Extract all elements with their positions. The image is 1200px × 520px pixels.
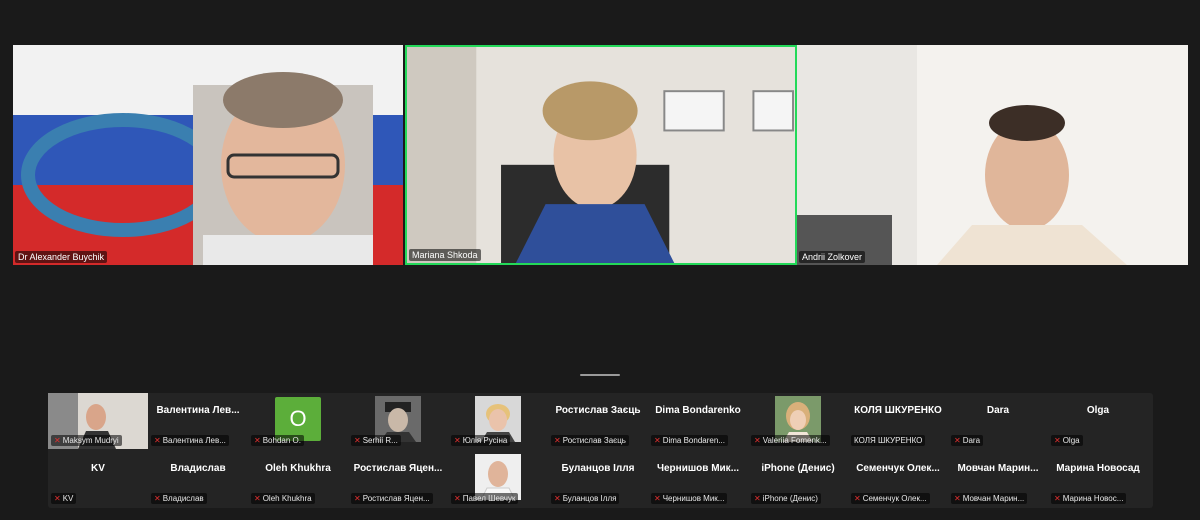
mic-muted-icon: ✕ — [354, 493, 361, 503]
participant-display-name: Olga — [1086, 405, 1110, 416]
video-feed-image — [13, 45, 403, 265]
participant-label: ✕ Ростислав Яцен... — [351, 493, 433, 504]
mic-muted-icon: ✕ — [454, 493, 461, 503]
participant-label: ✕ Serhii R... — [351, 435, 401, 446]
participant-tile[interactable]: Буланцов Ілля ✕ Буланцов Ілля — [548, 451, 648, 507]
participant-display-name: Семенчук Олек... — [856, 463, 940, 474]
participant-display-name: Владислав — [170, 463, 226, 474]
participant-label: КОЛЯ ШКУРЕНКО — [851, 435, 926, 446]
participant-name: Andrii Zolkover — [799, 251, 866, 263]
participant-label: ✕ Dima Bondaren... — [651, 435, 728, 446]
participant-display-name: Чернишов Мик... — [656, 463, 740, 474]
participant-tile[interactable]: Olga ✕ Olga — [1048, 393, 1148, 449]
mic-muted-icon: ✕ — [254, 493, 261, 503]
participant-display-name: Ростислав Заєць — [555, 405, 641, 416]
mic-muted-icon: ✕ — [1054, 493, 1061, 503]
participant-tile[interactable]: O ✕ Bohdan O. — [248, 393, 348, 449]
video-tile-mariana-active[interactable]: Mariana Shkoda — [405, 45, 797, 265]
participant-label: ✕ Владислав — [151, 493, 207, 504]
participant-label: ✕ Maksym Mudryi — [51, 435, 122, 446]
participant-display-name: КОЛЯ ШКУРЕНКО — [854, 405, 942, 416]
participant-label: ✕ Ростислав Заєць — [551, 435, 629, 446]
participant-tile[interactable]: Семенчук Олек... ✕ Семенчук Олек... — [848, 451, 948, 507]
mic-muted-icon: ✕ — [54, 493, 61, 503]
participant-tile[interactable]: ✕ Юлія Русіна — [448, 393, 548, 449]
participant-label: ✕ Oleh Khukhra — [251, 493, 315, 504]
video-tile-alexander[interactable]: Dr Alexander Buychik — [13, 45, 403, 265]
participant-display-name: iPhone (Денис) — [761, 463, 835, 474]
mic-muted-icon: ✕ — [554, 493, 561, 503]
participant-label: ✕ Валентина Лев... — [151, 435, 229, 446]
mic-muted-icon: ✕ — [1054, 435, 1061, 445]
participant-label: ✕ iPhone (Денис) — [751, 493, 821, 504]
participant-display-name: Буланцов Ілля — [561, 463, 635, 474]
participant-display-name: KV — [91, 463, 105, 474]
participant-label: ✕ Чернишов Мик... — [651, 493, 728, 504]
participant-label: ✕ Мовчан Марин... — [951, 493, 1028, 504]
participant-tile[interactable]: KV ✕ KV — [48, 451, 148, 507]
participant-tile[interactable]: Dara ✕ Dara — [948, 393, 1048, 449]
video-feed-image — [407, 47, 795, 263]
mic-muted-icon: ✕ — [654, 435, 661, 445]
mic-muted-icon: ✕ — [754, 435, 761, 445]
mic-muted-icon: ✕ — [754, 493, 761, 503]
participant-tile[interactable]: Ростислав Заєць ✕ Ростислав Заєць — [548, 393, 648, 449]
mic-muted-icon: ✕ — [54, 435, 61, 445]
participant-name: Mariana Shkoda — [409, 249, 481, 261]
participant-display-name: Ростислав Яцен... — [353, 463, 443, 474]
participant-tile[interactable]: iPhone (Денис) ✕ iPhone (Денис) — [748, 451, 848, 507]
participant-tile[interactable]: Марина Новосад ✕ Марина Новос... — [1048, 451, 1148, 507]
mic-muted-icon: ✕ — [154, 493, 161, 503]
participant-label: ✕ Павел Шевчук — [451, 493, 519, 504]
mic-muted-icon: ✕ — [154, 435, 161, 445]
participant-display-name: Валентина Лев... — [156, 405, 240, 416]
participant-label: ✕ Семенчук Олек... — [851, 493, 930, 504]
mic-muted-icon: ✕ — [554, 435, 561, 445]
mic-muted-icon: ✕ — [354, 435, 361, 445]
participant-tile[interactable]: ✕ Serhii R... — [348, 393, 448, 449]
mic-muted-icon: ✕ — [954, 435, 961, 445]
mic-muted-icon: ✕ — [454, 435, 461, 445]
video-feed-image — [797, 45, 1188, 265]
participant-name: Dr Alexander Buychik — [15, 251, 108, 263]
participant-label: ✕ Буланцов Ілля — [551, 493, 620, 504]
participant-label: ✕ KV — [51, 493, 77, 504]
participant-display-name: Мовчан Марин... — [957, 463, 1039, 474]
participant-label: ✕ Bohdan O. — [251, 435, 304, 446]
participant-tile[interactable]: Ростислав Яцен... ✕ Ростислав Яцен... — [348, 451, 448, 507]
participant-gallery-strip: ✕ Maksym Mudryi Валентина Лев... ✕ Вален… — [48, 393, 1153, 508]
participant-tile[interactable]: ✕ Valeriia Fomenk... — [748, 393, 848, 449]
participant-label: ✕ Olga — [1051, 435, 1083, 446]
mic-muted-icon: ✕ — [854, 493, 861, 503]
participant-tile[interactable]: ✕ Maksym Mudryi — [48, 393, 148, 449]
participant-display-name: Dara — [986, 405, 1010, 416]
participant-tile[interactable]: КОЛЯ ШКУРЕНКО КОЛЯ ШКУРЕНКО — [848, 393, 948, 449]
participant-label: ✕ Юлія Русіна — [451, 435, 511, 446]
participant-tile[interactable]: ✕ Павел Шевчук — [448, 451, 548, 507]
participant-display-name: Dima Bondarenko — [655, 405, 741, 416]
participant-tile[interactable]: Oleh Khukhra ✕ Oleh Khukhra — [248, 451, 348, 507]
participant-display-name: Oleh Khukhra — [265, 463, 331, 474]
mic-muted-icon: ✕ — [954, 493, 961, 503]
participant-tile[interactable]: Dima Bondarenko ✕ Dima Bondaren... — [648, 393, 748, 449]
participant-display-name: Марина Новосад — [1056, 463, 1140, 474]
gallery-resize-handle[interactable] — [580, 374, 620, 376]
participant-label: ✕ Valeriia Fomenk... — [751, 435, 830, 446]
video-tile-andrii[interactable]: Andrii Zolkover — [797, 45, 1188, 265]
mic-muted-icon: ✕ — [254, 435, 261, 445]
mic-muted-icon: ✕ — [654, 493, 661, 503]
participant-label: ✕ Dara — [951, 435, 984, 446]
participant-tile[interactable]: Мовчан Марин... ✕ Мовчан Марин... — [948, 451, 1048, 507]
participant-tile[interactable]: Владислав ✕ Владислав — [148, 451, 248, 507]
participant-label: ✕ Марина Новос... — [1051, 493, 1127, 504]
participant-tile[interactable]: Чернишов Мик... ✕ Чернишов Мик... — [648, 451, 748, 507]
participant-tile[interactable]: Валентина Лев... ✕ Валентина Лев... — [148, 393, 248, 449]
